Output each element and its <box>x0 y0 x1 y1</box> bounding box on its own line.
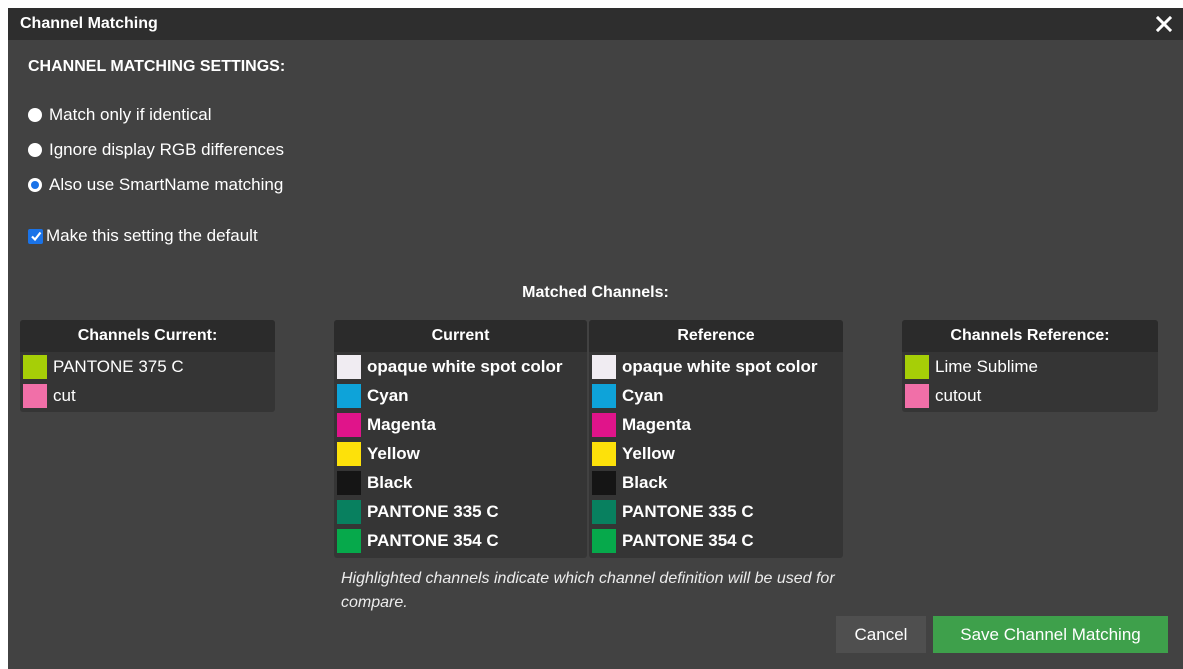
radio-button-selected[interactable] <box>28 178 42 192</box>
channel-row[interactable]: cut <box>20 381 275 410</box>
radio-label: Match only if identical <box>49 105 212 124</box>
channels-current-list: PANTONE 375 C cut <box>20 352 275 410</box>
channel-name: Black <box>367 472 413 492</box>
matched-current-header: Current <box>334 320 587 352</box>
channel-row[interactable]: Black <box>589 468 843 497</box>
channel-row[interactable]: PANTONE 335 C <box>334 497 587 526</box>
channel-color-swatch <box>23 383 47 408</box>
matched-reference-header: Reference <box>589 320 843 352</box>
channel-row[interactable]: Cyan <box>334 381 587 410</box>
channel-color-swatch <box>592 499 616 524</box>
matched-reference-panel: Reference opaque white spot color Cyan Mag… <box>589 320 843 558</box>
channels-current-panel: Channels Current: PANTONE 375 C cut <box>20 320 275 412</box>
checkmark-icon <box>30 231 41 242</box>
channel-color-swatch <box>592 441 616 466</box>
channel-row[interactable]: opaque white spot color <box>334 352 587 381</box>
channel-color-swatch <box>592 528 616 553</box>
channel-name: PANTONE 375 C <box>53 356 184 376</box>
channel-color-swatch <box>592 470 616 495</box>
channel-color-swatch <box>23 354 47 379</box>
channel-name: Magenta <box>622 414 691 434</box>
channel-name: Lime Sublime <box>935 356 1038 376</box>
radio-button[interactable] <box>28 108 42 122</box>
channel-row[interactable]: Yellow <box>589 439 843 468</box>
matched-reference-list: opaque white spot color Cyan Magenta Yellow… <box>589 352 843 555</box>
channels-reference-panel: Channels Reference: Lime Sublime cutout <box>902 320 1158 412</box>
channel-name: opaque white spot color <box>367 356 563 376</box>
radio-label: Ignore display RGB differences <box>49 140 284 159</box>
channel-name: PANTONE 354 C <box>622 530 754 550</box>
channel-name: Cyan <box>367 385 409 405</box>
channel-name: Cyan <box>622 385 664 405</box>
channel-row[interactable]: PANTONE 354 C <box>589 526 843 555</box>
channel-name: cutout <box>935 385 982 405</box>
radio-smartname[interactable]: Also use SmartName matching <box>28 174 283 196</box>
channel-row[interactable]: cutout <box>902 381 1158 410</box>
channel-color-swatch <box>337 528 361 553</box>
close-icon <box>1156 16 1172 32</box>
channel-color-swatch <box>337 441 361 466</box>
channel-row[interactable]: Magenta <box>334 410 587 439</box>
channel-color-swatch <box>592 383 616 408</box>
channel-color-swatch <box>337 354 361 379</box>
channel-color-swatch <box>905 354 929 379</box>
default-setting-checkbox[interactable] <box>28 228 43 244</box>
channel-name: PANTONE 354 C <box>367 530 499 550</box>
channel-row[interactable]: PANTONE 375 C <box>20 352 275 381</box>
default-setting-checkbox-row[interactable]: Make this setting the default <box>28 225 258 247</box>
channel-row[interactable]: Cyan <box>589 381 843 410</box>
channels-current-header: Channels Current: <box>20 320 275 352</box>
channel-color-swatch <box>905 383 929 408</box>
dialog-title: Channel Matching <box>20 15 158 32</box>
channel-row[interactable]: Lime Sublime <box>902 352 1158 381</box>
channel-color-swatch <box>337 412 361 437</box>
channel-color-swatch <box>337 470 361 495</box>
radio-button[interactable] <box>28 143 42 157</box>
channels-reference-header: Channels Reference: <box>902 320 1158 352</box>
channel-row[interactable]: PANTONE 335 C <box>589 497 843 526</box>
channel-name: Yellow <box>622 443 675 463</box>
channel-color-swatch <box>592 354 616 379</box>
cancel-button[interactable]: Cancel <box>836 616 926 653</box>
radio-label: Also use SmartName matching <box>49 175 284 194</box>
channel-name: Black <box>622 472 668 492</box>
channel-color-swatch <box>592 412 616 437</box>
matched-channels-heading: Matched Channels: <box>522 284 669 301</box>
close-button[interactable] <box>1151 11 1177 37</box>
channel-row[interactable]: PANTONE 354 C <box>334 526 587 555</box>
settings-heading: CHANNEL MATCHING SETTINGS: <box>28 58 286 75</box>
channels-reference-list: Lime Sublime cutout <box>902 352 1158 410</box>
radio-match-identical[interactable]: Match only if identical <box>28 104 212 126</box>
channel-name: opaque white spot color <box>622 356 818 376</box>
channel-row[interactable]: opaque white spot color <box>589 352 843 381</box>
channel-color-swatch <box>337 499 361 524</box>
channel-matching-dialog: Channel Matching CHANNEL MATCHING SETTIN… <box>8 8 1183 669</box>
channel-row[interactable]: Black <box>334 468 587 497</box>
radio-ignore-rgb[interactable]: Ignore display RGB differences <box>28 139 284 161</box>
matched-current-list: opaque white spot color Cyan Magenta Yellow… <box>334 352 587 555</box>
save-channel-matching-button[interactable]: Save Channel Matching <box>933 616 1168 653</box>
compare-note: Highlighted channels indicate which chan… <box>341 570 835 611</box>
channel-name: cut <box>53 385 76 405</box>
channel-row[interactable]: Yellow <box>334 439 587 468</box>
channel-name: PANTONE 335 C <box>367 501 499 521</box>
channel-row[interactable]: Magenta <box>589 410 843 439</box>
channel-name: PANTONE 335 C <box>622 501 754 521</box>
channel-color-swatch <box>337 383 361 408</box>
channel-name: Magenta <box>367 414 436 434</box>
checkbox-label: Make this setting the default <box>46 226 258 245</box>
matched-current-panel: Current opaque white spot color Cyan Magen… <box>334 320 587 558</box>
dialog-titlebar: Channel Matching <box>8 8 1183 40</box>
channel-name: Yellow <box>367 443 420 463</box>
